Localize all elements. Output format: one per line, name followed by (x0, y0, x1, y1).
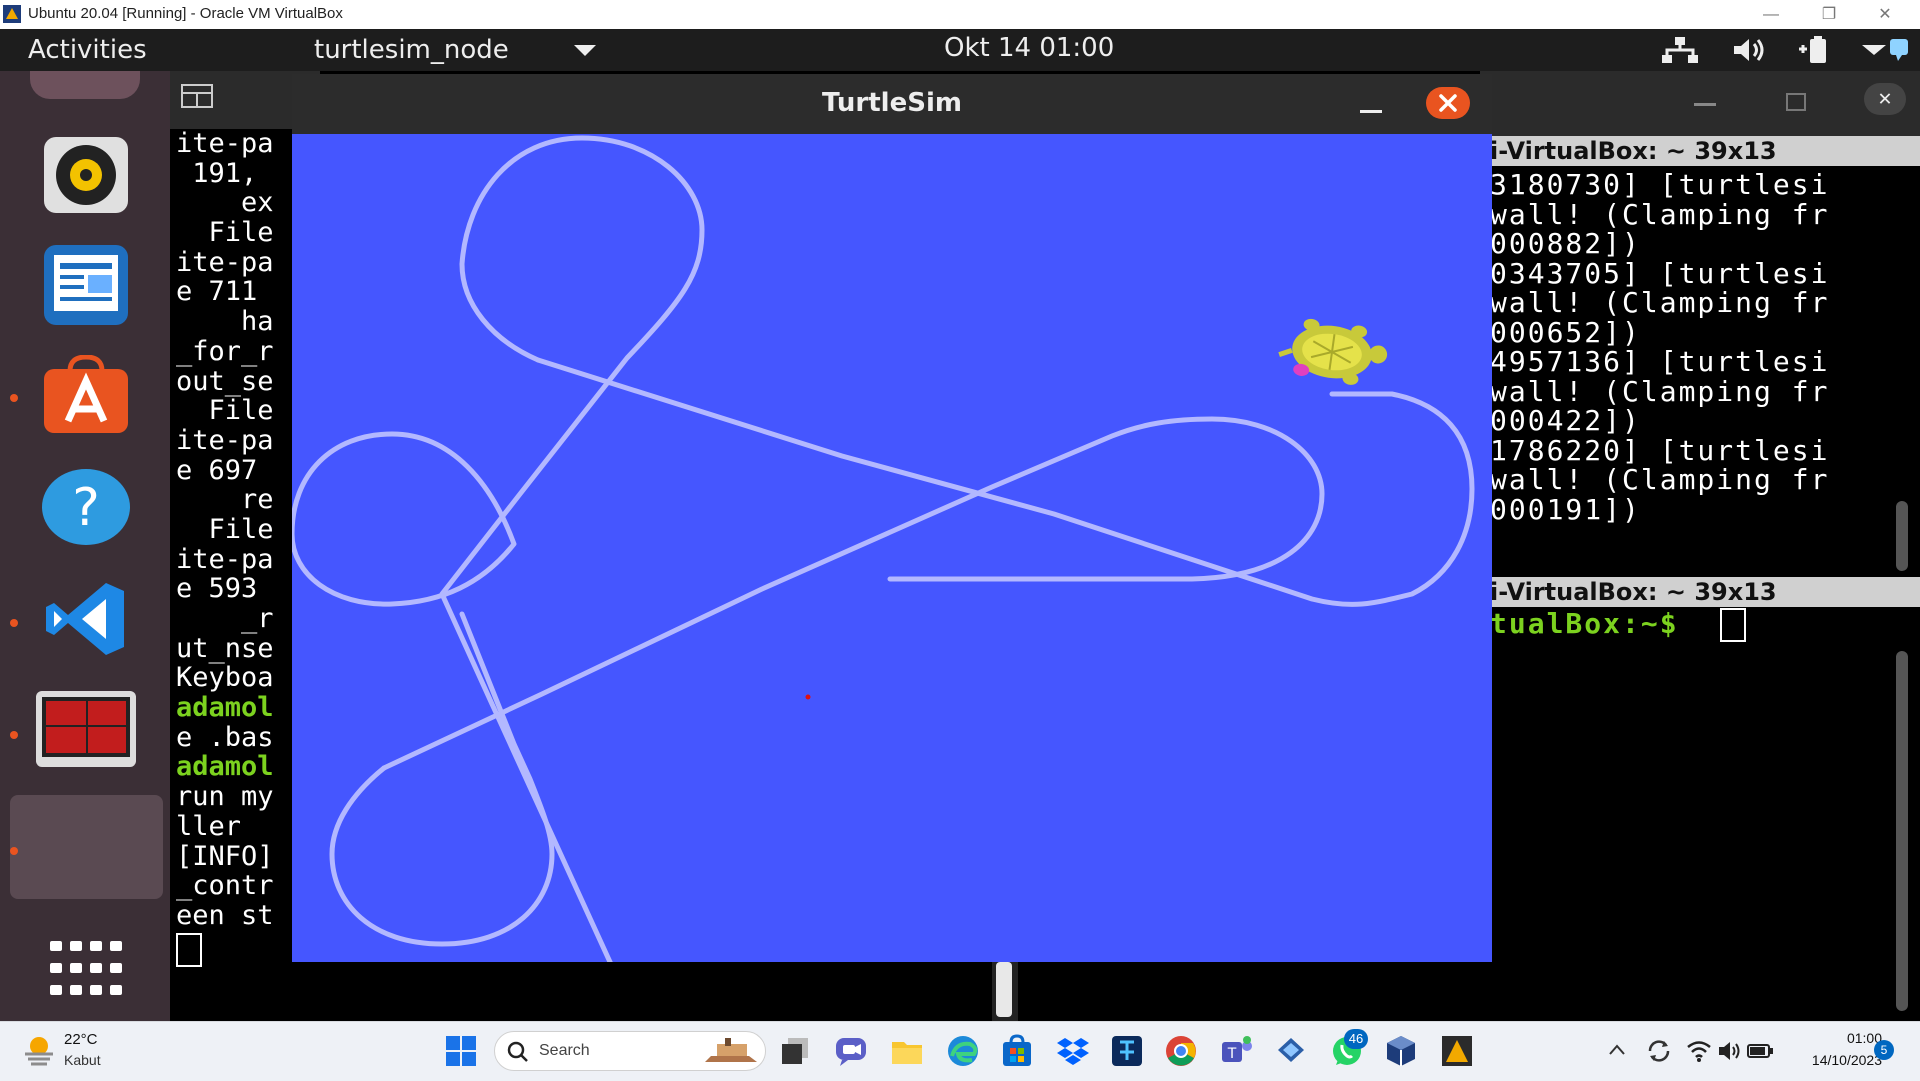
whatsapp-badge: 46 (1344, 1029, 1368, 1049)
terminal-right-header-bottom: i-VirtualBox: ~ 39x13 (1480, 577, 1920, 607)
ubuntu-software-icon[interactable] (34, 355, 138, 435)
turtlesim-titlebar[interactable]: TurtleSim (292, 74, 1492, 134)
network-icon[interactable] (1660, 35, 1700, 65)
caret-down-icon[interactable] (574, 45, 596, 56)
terminal-line: 000652]) (1490, 315, 1641, 349)
terminal-right-titlebar: ✕ (1480, 71, 1920, 136)
canvas-background (292, 134, 1492, 962)
search-placeholder: Search (539, 1042, 590, 1059)
layout-icon[interactable] (180, 83, 214, 109)
windows-taskbar: 22°C Kabut Search T 46 01:00 14/10/2023 … (0, 1021, 1920, 1081)
terminal-line: 0343705] [turtlesi (1490, 256, 1830, 290)
terminal-maximize-icon[interactable] (1786, 93, 1806, 111)
target-dot (805, 694, 811, 700)
app-menu[interactable]: turtlesim_node (314, 35, 509, 65)
close-button[interactable] (1426, 87, 1470, 119)
task-view-icon[interactable] (778, 1034, 812, 1068)
terminal-line: 4957136] [turtlesi (1490, 345, 1830, 378)
weather-icon[interactable] (22, 1032, 56, 1066)
taskbar-search[interactable]: Search (494, 1031, 766, 1071)
libreoffice-writer-icon[interactable] (34, 245, 138, 325)
weather-desc[interactable]: Kabut (64, 1052, 101, 1068)
dock-partial-item[interactable] (30, 71, 140, 99)
search-icon (507, 1041, 528, 1062)
battery-charging-icon[interactable] (1746, 1038, 1774, 1064)
notification-badge[interactable]: 5 (1874, 1040, 1894, 1060)
ubuntu-top-bar: Activities turtlesim_node Okt 14 01:00 (0, 29, 1920, 71)
speaker-icon[interactable] (1716, 1038, 1742, 1064)
terminal-scrollbar[interactable] (1896, 651, 1908, 1011)
system-menu-icon[interactable] (1860, 35, 1912, 65)
edge-icon[interactable] (946, 1034, 980, 1068)
help-icon[interactable]: ? (34, 467, 138, 547)
weather-temp[interactable]: 22°C (64, 1031, 98, 1048)
virtualbox-window-title: Ubuntu 20.04 [Running] - Oracle VM Virtu… (28, 5, 343, 22)
host-close-button[interactable]: ✕ (1862, 0, 1908, 29)
svg-text:T: T (1227, 1046, 1237, 1062)
rhythmbox-icon[interactable] (34, 135, 138, 215)
terminal-line: 000422]) (1490, 404, 1641, 437)
terminal-close-button[interactable]: ✕ (1864, 83, 1906, 115)
host-restore-button[interactable]: ❐ (1806, 0, 1852, 29)
terminal-line: wall! (Clamping fr (1490, 286, 1830, 319)
terminal-line: 1786220] [turtlesi (1490, 433, 1830, 467)
windows-start-icon[interactable] (444, 1034, 478, 1068)
terminator-icon[interactable] (34, 689, 138, 769)
clock[interactable]: Okt 14 01:00 (944, 33, 1114, 63)
ubuntu-dock: ? (0, 71, 170, 1021)
snipping-tool-icon[interactable] (1274, 1034, 1308, 1068)
terminal-gap (992, 962, 1018, 1021)
dock-running-indicator (10, 619, 18, 627)
battery-icon[interactable] (1796, 35, 1836, 65)
chrome-icon[interactable] (1164, 1034, 1198, 1068)
chevron-up-icon[interactable] (1608, 1042, 1626, 1058)
minimize-icon[interactable] (1354, 86, 1390, 122)
terminal-line: 000882]) (1490, 227, 1641, 260)
turtlesim-window: TurtleSim (292, 74, 1492, 962)
terminal-right-header-top: i-VirtualBox: ~ 39x13 (1480, 136, 1920, 166)
terminal-line: 3180730] [turtlesi (1490, 168, 1830, 201)
turtlesim-canvas (292, 134, 1492, 962)
show-applications-icon[interactable] (48, 939, 124, 999)
terminal-scrollbar[interactable] (1896, 501, 1908, 571)
terminal-line: wall! (Clamping fr (1490, 463, 1830, 496)
teams-chat-icon[interactable] (834, 1034, 868, 1068)
close-icon (1439, 94, 1457, 112)
terminal-cursor (1720, 608, 1746, 642)
volume-icon[interactable] (1730, 35, 1770, 65)
ubuntu-vm-icon[interactable] (1440, 1034, 1474, 1068)
search-highlight-icon (705, 1038, 757, 1062)
terminal-right[interactable]: ✕ i-VirtualBox: ~ 39x13 3180730] [turtle… (1480, 71, 1920, 1021)
wifi-icon[interactable] (1686, 1038, 1712, 1064)
virtualbox-icon[interactable] (1384, 1034, 1418, 1068)
active-app-slot[interactable] (10, 795, 163, 899)
terminal-line: wall! (Clamping fr (1490, 374, 1830, 408)
terminal-cursor (176, 932, 202, 967)
file-explorer-icon[interactable] (890, 1034, 924, 1068)
terminal-prompt: tualBox:~$ (1490, 607, 1698, 640)
taskbar-date[interactable]: 14/10/2023 (1786, 1052, 1882, 1068)
dock-running-indicator (10, 731, 18, 739)
taskbar-time[interactable]: 01:00 (1826, 1030, 1882, 1046)
virtualbox-titlebar: Ubuntu 20.04 [Running] - Oracle VM Virtu… (0, 0, 1920, 29)
terminal-line: wall! (Clamping fr (1490, 197, 1830, 231)
terminal-scrollbar-handle[interactable] (996, 962, 1012, 1017)
sync-icon[interactable] (1646, 1038, 1672, 1064)
activities-button[interactable]: Activities (28, 35, 147, 65)
virtualbox-app-icon (3, 5, 21, 23)
pinned-app-icon[interactable] (1110, 1034, 1144, 1068)
dock-running-indicator (10, 394, 18, 402)
svg-text:?: ? (72, 478, 100, 538)
dropbox-icon[interactable] (1056, 1034, 1090, 1068)
host-minimize-button[interactable]: — (1748, 0, 1794, 29)
terminal-minimize-icon[interactable] (1694, 103, 1716, 106)
dock-running-indicator (10, 847, 18, 855)
microsoft-store-icon[interactable] (1000, 1034, 1034, 1068)
terminal-line: 000191]) (1490, 492, 1641, 526)
vscode-icon[interactable] (34, 579, 138, 659)
teams-icon[interactable]: T (1220, 1034, 1254, 1068)
window-title: TurtleSim (822, 88, 962, 118)
